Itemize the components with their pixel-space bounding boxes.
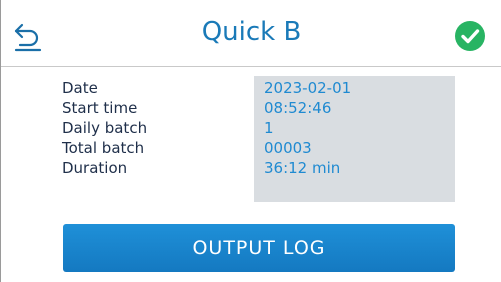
status-indicator bbox=[454, 20, 486, 52]
header-divider bbox=[1, 66, 501, 67]
quick-b-screen: Quick B Date Start time Daily batch Tota… bbox=[0, 0, 501, 282]
check-circle-icon bbox=[455, 21, 485, 51]
page-title: Quick B bbox=[201, 17, 302, 47]
start-time-label: Start time bbox=[62, 99, 138, 117]
header: Quick B bbox=[1, 0, 501, 66]
total-batch-label: Total batch bbox=[62, 139, 145, 157]
batch-info-values: 2023-02-01 08:52:46 1 00003 36:12 min bbox=[254, 76, 455, 202]
date-value: 2023-02-01 bbox=[264, 79, 352, 97]
start-time-value: 08:52:46 bbox=[264, 99, 332, 117]
total-batch-value: 00003 bbox=[264, 139, 312, 157]
date-label: Date bbox=[62, 79, 98, 97]
daily-batch-label: Daily batch bbox=[62, 119, 148, 137]
output-log-button[interactable]: OUTPUT LOG bbox=[63, 224, 455, 272]
duration-value: 36:12 min bbox=[264, 159, 341, 177]
duration-label: Duration bbox=[62, 159, 128, 177]
daily-batch-value: 1 bbox=[264, 119, 274, 137]
